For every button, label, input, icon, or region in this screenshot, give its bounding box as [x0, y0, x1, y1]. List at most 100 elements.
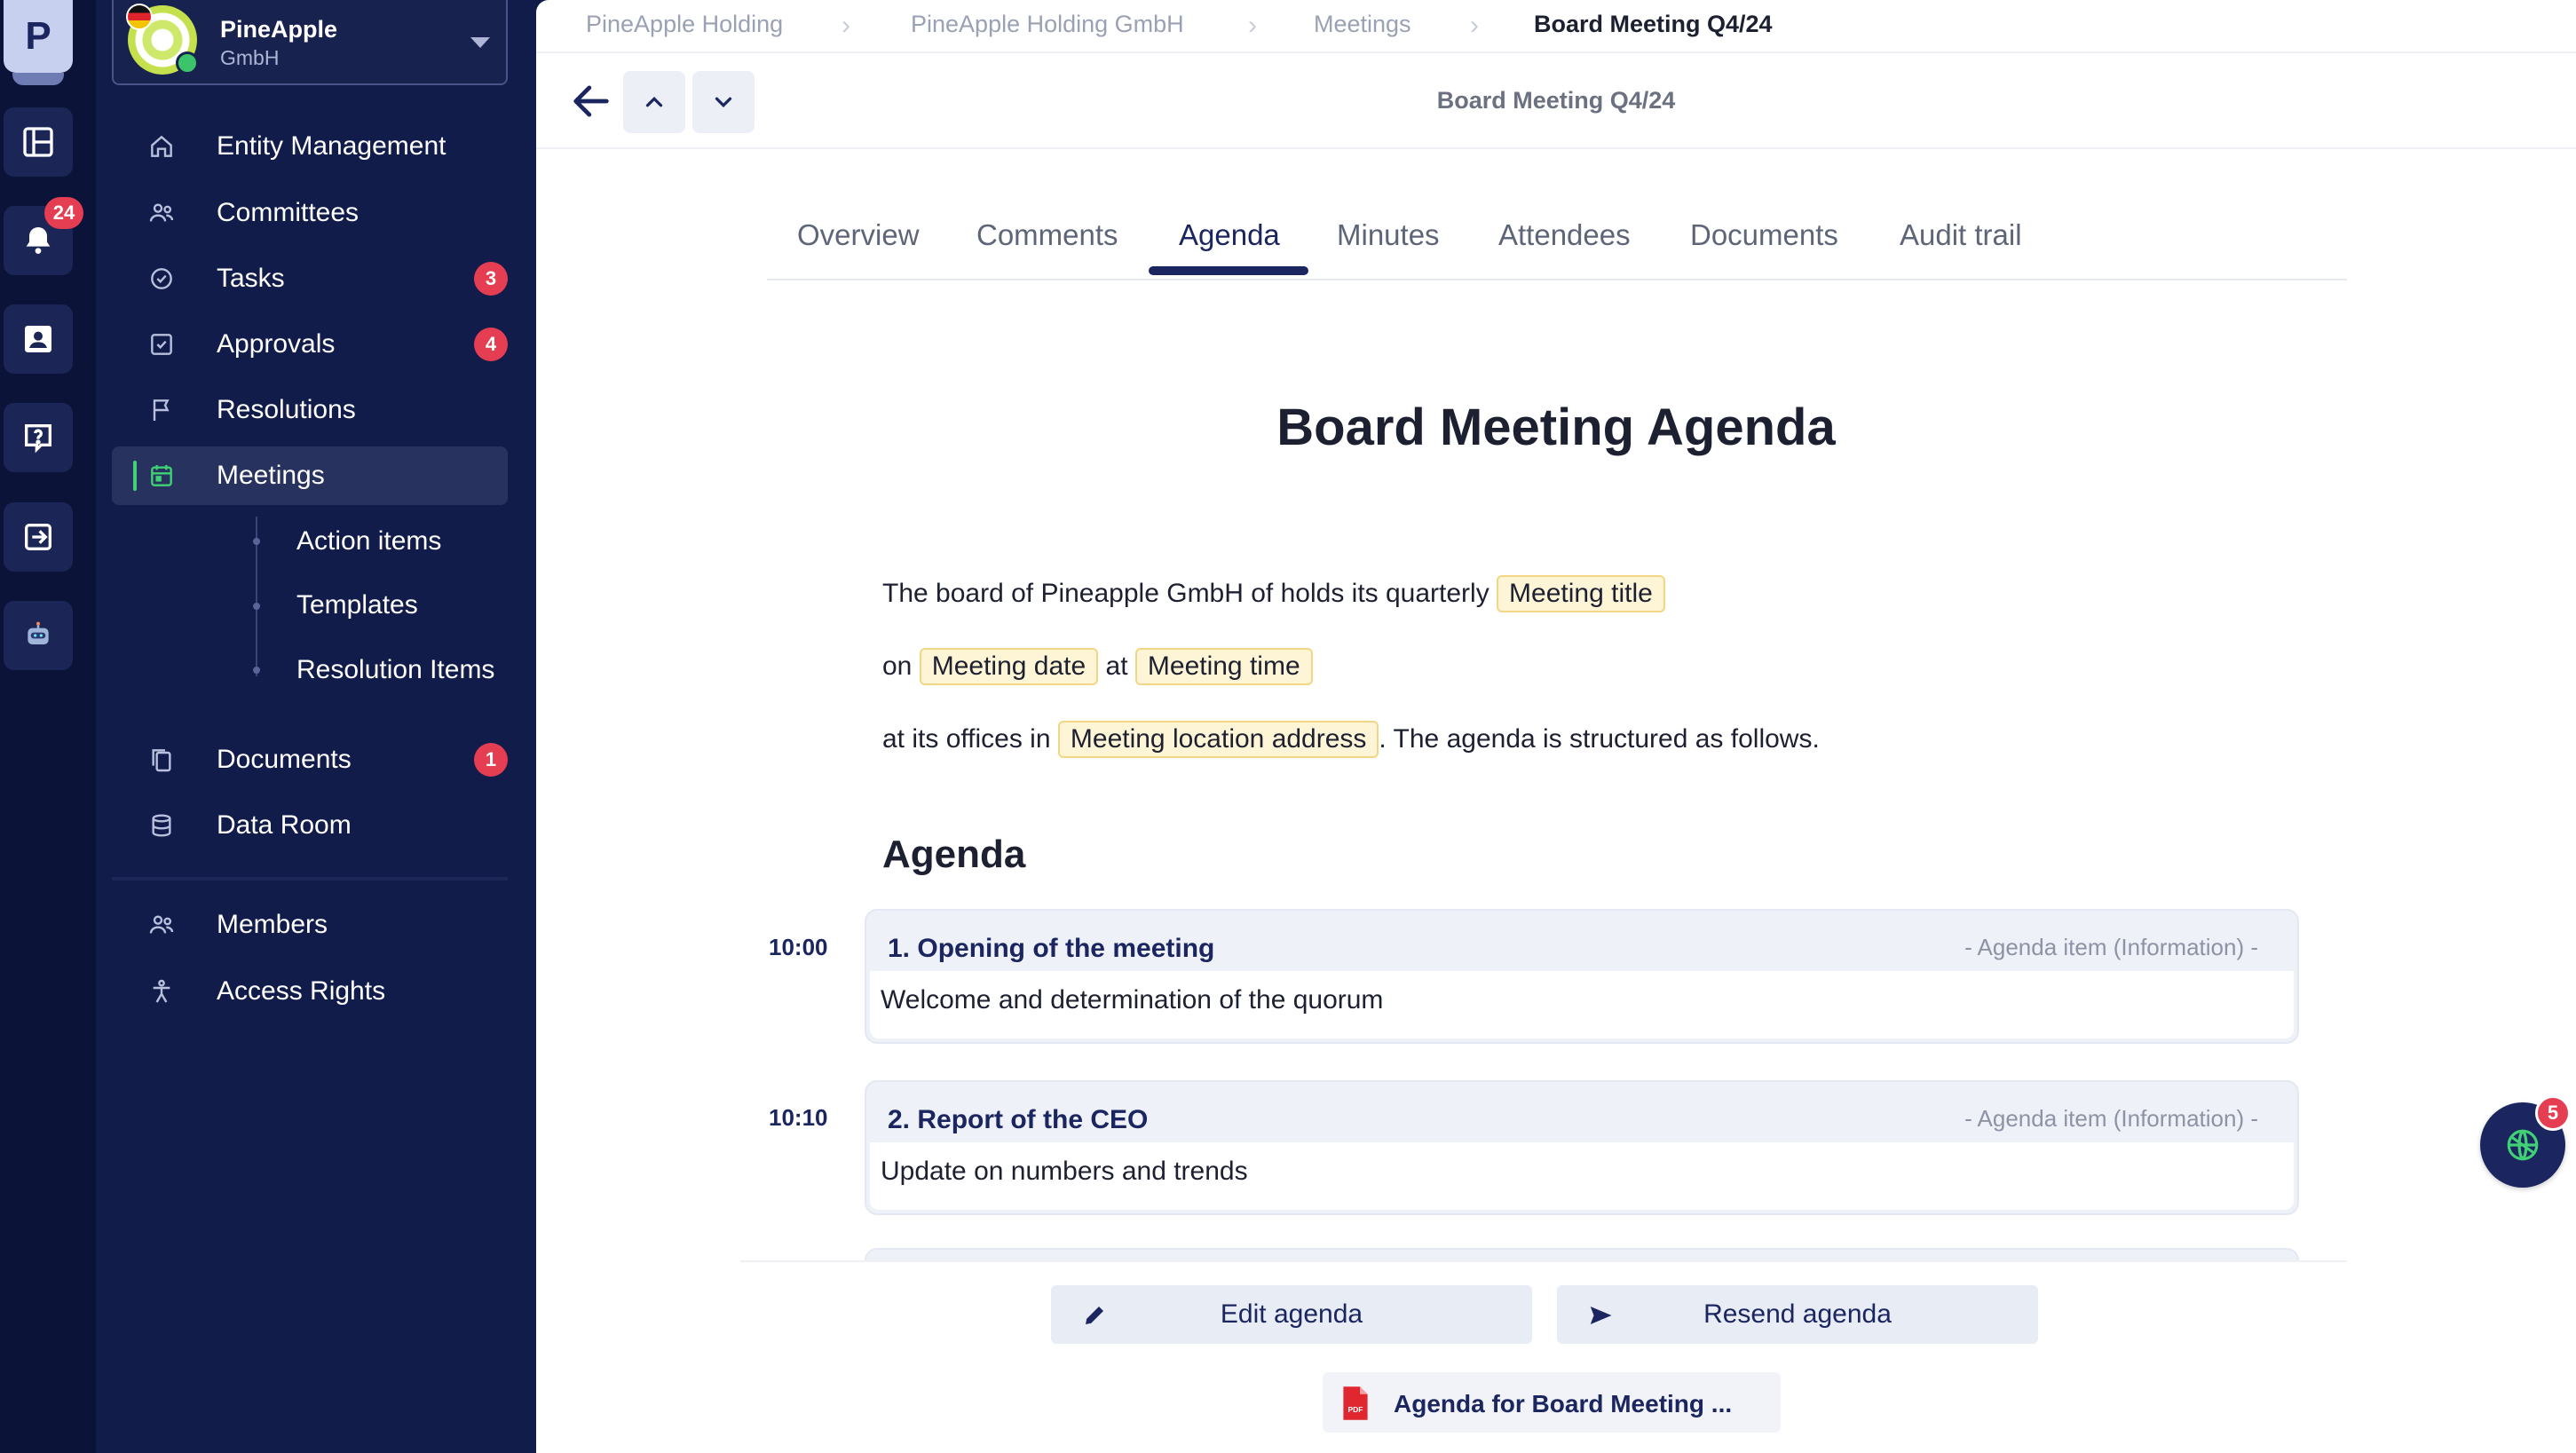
- page-title: Board Meeting Q4/24: [1436, 87, 1676, 114]
- check-square-icon: [151, 334, 172, 355]
- germany-flag-icon: [126, 4, 153, 30]
- online-status-dot: [176, 51, 199, 75]
- calendar-icon: [151, 465, 172, 486]
- sidebar-item-label: Resolutions: [217, 395, 356, 424]
- meeting-location-placeholder[interactable]: Meeting location address: [1057, 721, 1379, 758]
- sidebar-subitem-templates[interactable]: Templates: [296, 590, 418, 620]
- notifications-badge: 24: [44, 197, 83, 229]
- svg-text:PDF: PDF: [1348, 1405, 1363, 1414]
- resend-agenda-label: Resend agenda: [1703, 1299, 1892, 1329]
- agenda-item-description: Welcome and determination of the quorum: [870, 971, 2294, 1038]
- app-logo[interactable]: P: [4, 0, 73, 73]
- tab-agenda[interactable]: Agenda: [1179, 218, 1280, 252]
- documents-count-badge: 1: [474, 743, 508, 777]
- intro-text: at: [1105, 651, 1128, 681]
- tab-comments[interactable]: Comments: [976, 218, 1118, 252]
- send-icon: [1590, 1307, 1612, 1324]
- main-content: PineApple Holding › PineApple Holding Gm…: [536, 0, 2576, 1453]
- globe-icon: [2507, 1129, 2539, 1161]
- active-tab-indicator: [1149, 266, 1308, 275]
- switch-entity-button[interactable]: [4, 502, 73, 572]
- assistant-button[interactable]: [4, 601, 73, 670]
- tabs-baseline: [767, 279, 2347, 280]
- sidebar-item-label: Meetings: [217, 461, 325, 490]
- sidebar-item-label: Approvals: [217, 329, 336, 359]
- login-icon: [25, 524, 51, 550]
- sidebar-item-label: Access Rights: [217, 976, 386, 1006]
- agenda-item-description: Update on numbers and trends: [870, 1142, 2294, 1210]
- sidebar-item-label: Committees: [217, 198, 360, 227]
- dashboard-button[interactable]: [4, 107, 73, 177]
- sidebar-item-meetings[interactable]: Meetings: [112, 446, 508, 505]
- sidebar-item-access-rights[interactable]: Access Rights: [112, 962, 508, 1021]
- agenda-item-type: - Agenda item (Information) -: [1964, 1105, 2258, 1132]
- sidebar-item-label: Members: [217, 910, 328, 939]
- divider: [536, 51, 2576, 53]
- sidebar-item-entity-management[interactable]: Entity Management: [112, 117, 508, 176]
- agenda-item-time: 10:10: [769, 1104, 828, 1131]
- people-icon: [149, 203, 174, 222]
- sidebar-item-resolutions[interactable]: Resolutions: [112, 381, 508, 439]
- intro-text: on: [882, 651, 913, 681]
- entity-switcher[interactable]: PineApple GmbH: [112, 0, 508, 85]
- sidebar-item-committees[interactable]: Committees: [112, 184, 508, 242]
- sidebar-subitem-action-items[interactable]: Action items: [296, 526, 441, 557]
- edit-agenda-button[interactable]: Edit agenda: [1051, 1285, 1532, 1344]
- intro-line-2: on Meeting date at Meeting time: [882, 648, 1313, 685]
- agenda-item-card[interactable]: 1. Opening of the meeting - Agenda item …: [865, 909, 2299, 1044]
- people-icon: [149, 915, 174, 934]
- intro-text: The board of Pineapple GmbH of holds its…: [882, 579, 1489, 608]
- sidebar-item-label: Entity Management: [217, 131, 446, 161]
- sidebar-item-label: Tasks: [217, 264, 285, 293]
- sidebar: PineApple GmbH Entity Management Committ…: [96, 0, 587, 1453]
- sidebar-item-approvals[interactable]: Approvals 4: [112, 315, 508, 374]
- documents-icon: [152, 749, 171, 772]
- sidebar-divider: [112, 877, 508, 880]
- chevron-right-icon: ›: [1248, 11, 1257, 40]
- contacts-button[interactable]: [4, 304, 73, 374]
- contact-card-icon: [25, 326, 51, 352]
- sidebar-item-label: Documents: [217, 745, 352, 774]
- chevron-right-icon: ›: [1470, 11, 1479, 40]
- breadcrumb-item[interactable]: PineApple Holding GmbH: [911, 11, 1184, 38]
- agenda-pdf-attachment[interactable]: PDF Agenda for Board Meeting ...: [1323, 1372, 1781, 1433]
- help-button[interactable]: [4, 403, 73, 472]
- tab-audit-trail[interactable]: Audit trail: [1900, 218, 2022, 252]
- pencil-icon: [1086, 1307, 1103, 1324]
- sidebar-item-documents[interactable]: Documents 1: [112, 730, 508, 789]
- sidebar-item-data-room[interactable]: Data Room: [112, 796, 508, 855]
- tab-overview[interactable]: Overview: [797, 218, 920, 252]
- sidebar-subitem-resolution-items[interactable]: Resolution Items: [296, 655, 494, 685]
- breadcrumb-item[interactable]: PineApple Holding: [586, 11, 783, 38]
- sidebar-item-label: Data Room: [217, 810, 352, 840]
- logo-stack-shadow: [12, 73, 64, 85]
- approvals-count-badge: 4: [474, 328, 508, 361]
- entity-type: GmbH: [220, 46, 280, 69]
- resend-agenda-button[interactable]: Resend agenda: [1557, 1285, 2038, 1344]
- icon-rail: P 24: [0, 0, 96, 1453]
- divider: [740, 1260, 2347, 1262]
- help-icon: [25, 424, 51, 454]
- agenda-item-type: - Agenda item (Information) -: [1964, 934, 2258, 960]
- intro-text: . The agenda is structured as follows.: [1379, 724, 1820, 754]
- intro-line-3: at its offices in Meeting location addre…: [882, 721, 1820, 758]
- pdf-icon: PDF: [1343, 1386, 1368, 1420]
- meeting-title-placeholder[interactable]: Meeting title: [1497, 575, 1665, 612]
- tab-minutes[interactable]: Minutes: [1337, 218, 1440, 252]
- tab-documents[interactable]: Documents: [1690, 218, 1838, 252]
- tab-attendees[interactable]: Attendees: [1498, 218, 1631, 252]
- home-icon: [151, 135, 172, 157]
- person-star-icon: [153, 979, 170, 1003]
- sidebar-item-members[interactable]: Members: [112, 896, 508, 954]
- breadcrumb-item[interactable]: Meetings: [1314, 11, 1411, 38]
- agenda-item-card[interactable]: 2. Report of the CEO - Agenda item (Info…: [865, 1080, 2299, 1215]
- sidebar-item-tasks[interactable]: Tasks 3: [112, 249, 508, 308]
- submenu-dot: [253, 538, 260, 545]
- meeting-date-placeholder[interactable]: Meeting date: [919, 648, 1099, 685]
- attachment-name: Agenda for Board Meeting ...: [1394, 1390, 1733, 1417]
- agenda-document-title: Board Meeting Agenda: [1276, 399, 1836, 456]
- entity-name: PineApple: [220, 16, 338, 43]
- breadcrumb-current: Board Meeting Q4/24: [1534, 11, 1773, 37]
- meeting-time-placeholder[interactable]: Meeting time: [1134, 648, 1313, 685]
- agenda-item-title: 1. Opening of the meeting: [888, 934, 1215, 963]
